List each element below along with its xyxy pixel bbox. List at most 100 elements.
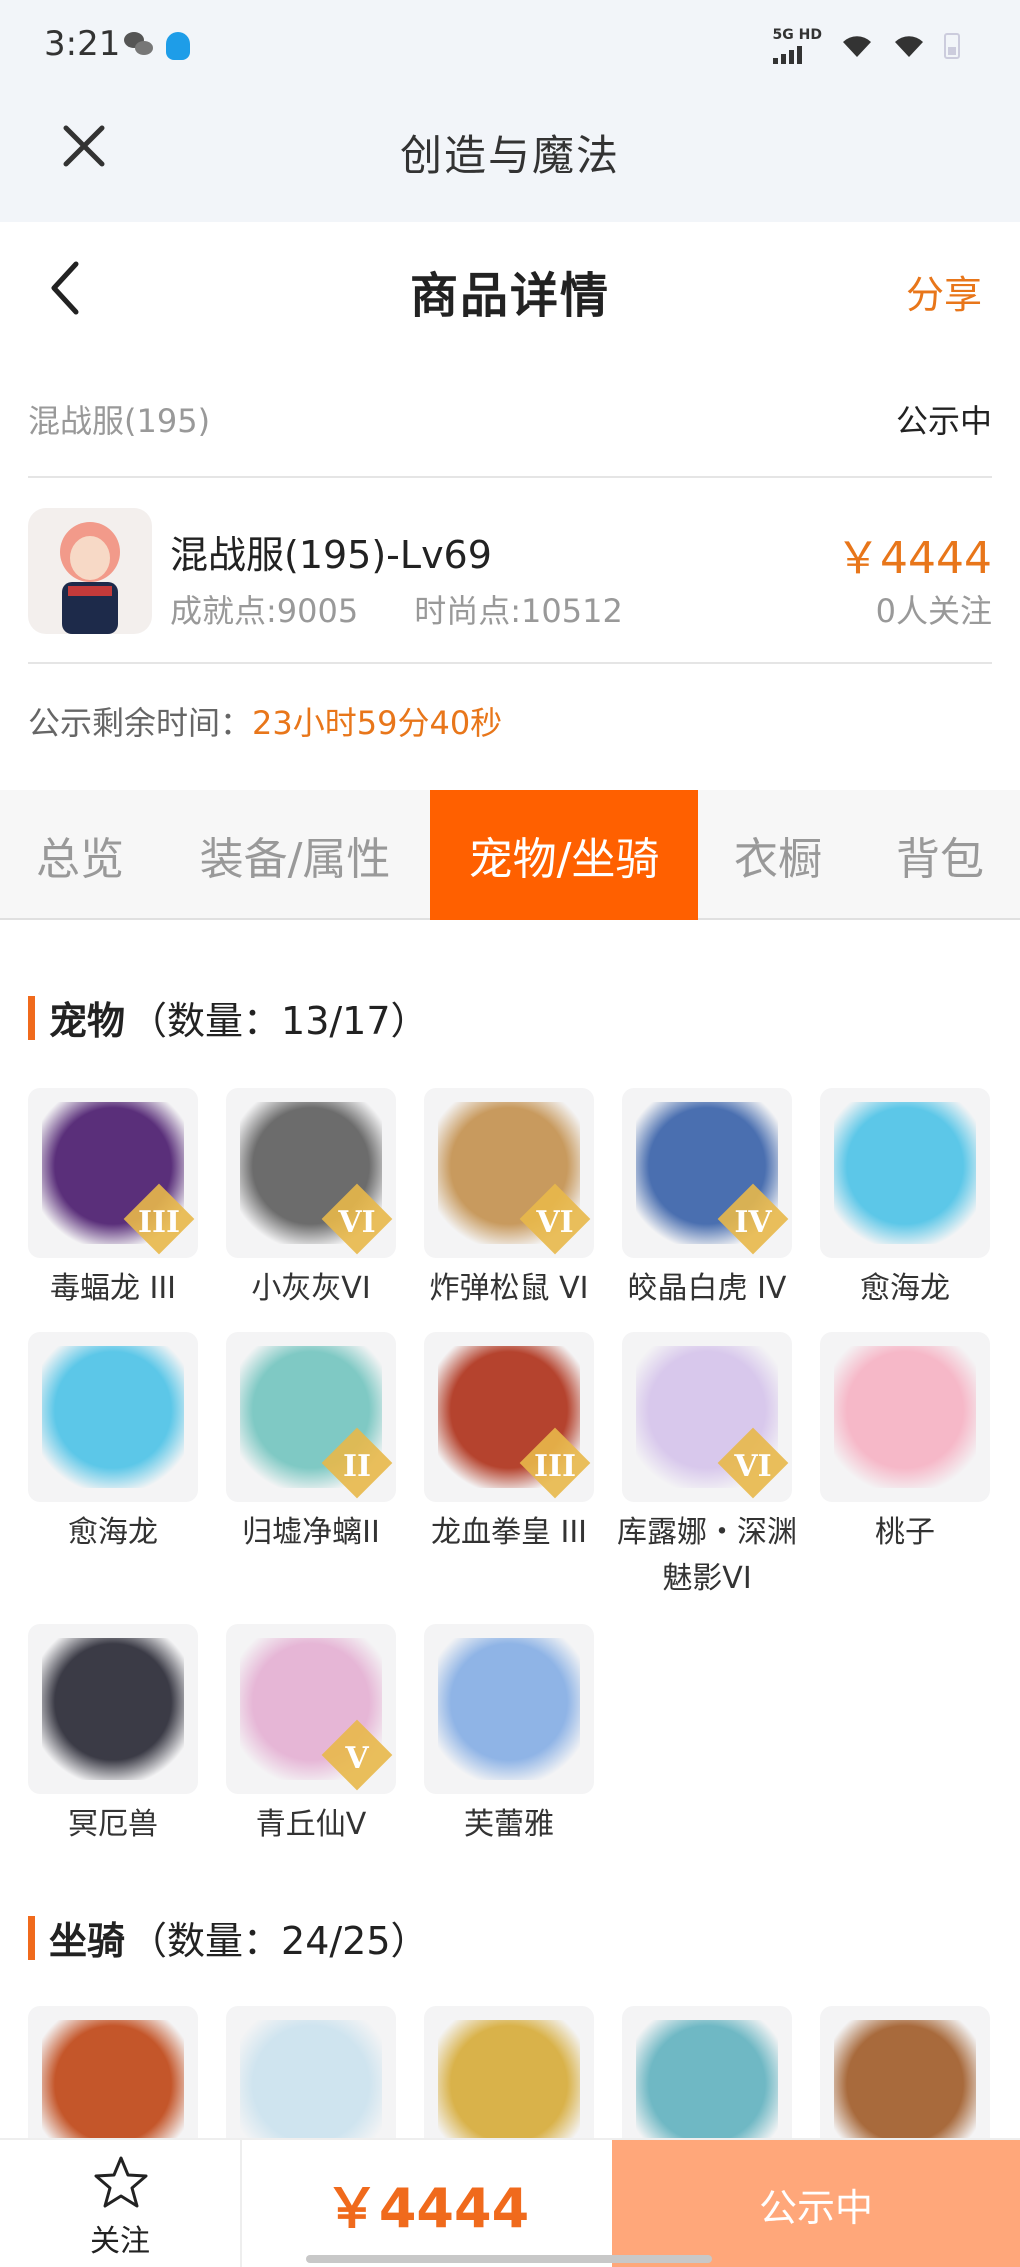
tier-badge-label: II — [342, 1449, 372, 1484]
notification-icons — [124, 32, 190, 60]
pet-thumbnail: VI — [622, 1332, 792, 1502]
pet-item[interactable]: IV 皎晶白虎 IV — [622, 1088, 792, 1312]
pet-name: 毒蝠龙 III — [49, 1271, 177, 1306]
section-marker — [28, 1915, 35, 1960]
pets-count: （数量：13/17） — [129, 999, 429, 1043]
tab-bar: 总览 装备/属性 宠物/坐骑 衣橱 背包 — [0, 790, 1020, 920]
character-stats: 成就点:9005 时尚点:10512 — [170, 586, 623, 632]
pet-thumbnail: V — [226, 1624, 396, 1794]
pet-image — [834, 1346, 976, 1488]
tier-badge-label: VI — [338, 1205, 376, 1240]
pet-thumbnail — [820, 1332, 990, 1502]
pet-item[interactable]: 芙蕾雅 — [424, 1624, 594, 1848]
pet-thumbnail — [28, 1332, 198, 1502]
pet-item[interactable]: 愈海龙 — [28, 1332, 198, 1556]
pet-name: 归墟净螭II — [242, 1515, 380, 1550]
signal-indicator: 5G HD — [772, 27, 822, 64]
remaining-time-label: 公示剩余时间： — [28, 704, 253, 742]
fashion-points: 时尚点:10512 — [414, 592, 623, 630]
pet-name: 炸弹松鼠 VI — [429, 1271, 589, 1306]
pet-item[interactable]: 愈海龙 — [820, 1088, 990, 1312]
remaining-time-value: 23小时59分40秒 — [252, 704, 503, 742]
wechat-icon — [124, 32, 154, 56]
tier-badge-label: VI — [734, 1449, 772, 1484]
tab-pets-mounts[interactable]: 宠物/坐骑 — [430, 790, 698, 920]
tier-badge-label: VI — [536, 1205, 574, 1240]
pet-name: 愈海龙 — [68, 1515, 158, 1550]
pet-thumbnail: IV — [622, 1088, 792, 1258]
character-row[interactable]: 混战服(195)-Lv69 成就点:9005 时尚点:10512 ￥4444 0… — [28, 480, 992, 664]
pet-item[interactable]: III 龙血拳皇 III — [424, 1332, 594, 1556]
pet-image — [42, 1346, 184, 1488]
follow-button[interactable]: 关注 — [0, 2140, 242, 2267]
tab-wardrobe[interactable]: 衣橱 — [708, 790, 848, 920]
character-price: ￥4444 — [836, 533, 992, 584]
pet-image — [42, 1638, 184, 1780]
network-type: 5G HD — [772, 27, 822, 43]
pet-name: 桃子 — [875, 1515, 935, 1550]
wifi-icon — [840, 33, 874, 59]
tier-badge-label: IV — [734, 1205, 772, 1240]
wifi-icon — [892, 33, 926, 59]
mounts-section-title: 坐骑 （数量：24/25） — [28, 1910, 429, 1965]
pet-item[interactable]: VI 小灰灰VI — [226, 1088, 396, 1312]
star-icon — [94, 2156, 148, 2208]
pet-image — [834, 1102, 976, 1244]
pet-name: 青丘仙V — [255, 1807, 367, 1842]
character-name: 混战服(195)-Lv69 — [170, 533, 492, 577]
server-row: 混战服(195) 公示中 — [28, 390, 992, 478]
tier-badge-label: III — [533, 1449, 577, 1484]
pet-name: 冥厄兽 — [68, 1807, 158, 1842]
tab-equipment[interactable]: 装备/属性 — [170, 790, 420, 920]
tier-badge-label: III — [137, 1205, 181, 1240]
pet-thumbnail — [28, 1624, 198, 1794]
tier-badge-label: V — [345, 1741, 369, 1776]
tab-backpack[interactable]: 背包 — [870, 790, 1010, 920]
app-title: 创造与魔法 — [399, 131, 620, 180]
public-status: 公示中 — [895, 402, 992, 440]
character-avatar — [28, 508, 152, 634]
achievement-points: 成就点:9005 — [170, 592, 359, 630]
pet-thumbnail: VI — [424, 1088, 594, 1258]
home-indicator — [306, 2255, 712, 2263]
tab-overview[interactable]: 总览 — [0, 790, 160, 920]
pet-name: 库露娜・深渊魅影VI — [617, 1515, 797, 1596]
pet-thumbnail — [820, 1088, 990, 1258]
server-name: 混战服(195) — [28, 402, 211, 440]
status-time: 3:21 — [44, 24, 121, 64]
pet-item[interactable]: 桃子 — [820, 1332, 990, 1556]
pet-name: 小灰灰VI — [251, 1271, 371, 1306]
bottom-action-bar: 关注 ￥4444 公示中 — [0, 2138, 1020, 2267]
remaining-time: 公示剩余时间：23小时59分40秒 — [28, 698, 502, 744]
follower-count: 0人关注 — [875, 592, 992, 630]
pet-item[interactable]: VI 炸弹松鼠 VI — [424, 1088, 594, 1312]
app-top-bar: 3:21 5G HD 创造与魔法 — [0, 0, 1020, 222]
pets-section-title: 宠物 （数量：13/17） — [28, 990, 429, 1045]
pet-name: 芙蕾雅 — [464, 1807, 554, 1842]
public-status-button[interactable]: 公示中 — [612, 2140, 1020, 2267]
bottom-price: ￥4444 — [324, 2177, 530, 2240]
pet-item[interactable]: II 归墟净螭II — [226, 1332, 396, 1556]
pet-thumbnail — [424, 1624, 594, 1794]
qq-icon — [166, 32, 190, 60]
signal-icon — [772, 42, 822, 64]
share-button[interactable]: 分享 — [906, 264, 982, 319]
pet-item[interactable]: VI 库露娜・深渊魅影VI — [617, 1332, 797, 1602]
pet-name: 愈海龙 — [860, 1271, 950, 1306]
pet-thumbnail: VI — [226, 1088, 396, 1258]
system-icons: 5G HD — [772, 27, 960, 64]
battery-icon — [944, 33, 960, 59]
pet-name: 皎晶白虎 IV — [627, 1271, 787, 1306]
pet-thumbnail: III — [28, 1088, 198, 1258]
page-title: 商品详情 — [409, 268, 610, 324]
pet-name: 龙血拳皇 III — [430, 1515, 588, 1550]
pet-item[interactable]: III 毒蝠龙 III — [28, 1088, 198, 1312]
pets-title: 宠物 — [49, 999, 126, 1043]
pet-item[interactable]: 冥厄兽 — [28, 1624, 198, 1848]
mounts-count: （数量：24/25） — [129, 1919, 429, 1963]
pet-thumbnail: II — [226, 1332, 396, 1502]
pet-image — [438, 1638, 580, 1780]
pet-item[interactable]: V 青丘仙V — [226, 1624, 396, 1848]
follow-label: 关注 — [90, 2224, 150, 2259]
section-marker — [28, 995, 35, 1040]
